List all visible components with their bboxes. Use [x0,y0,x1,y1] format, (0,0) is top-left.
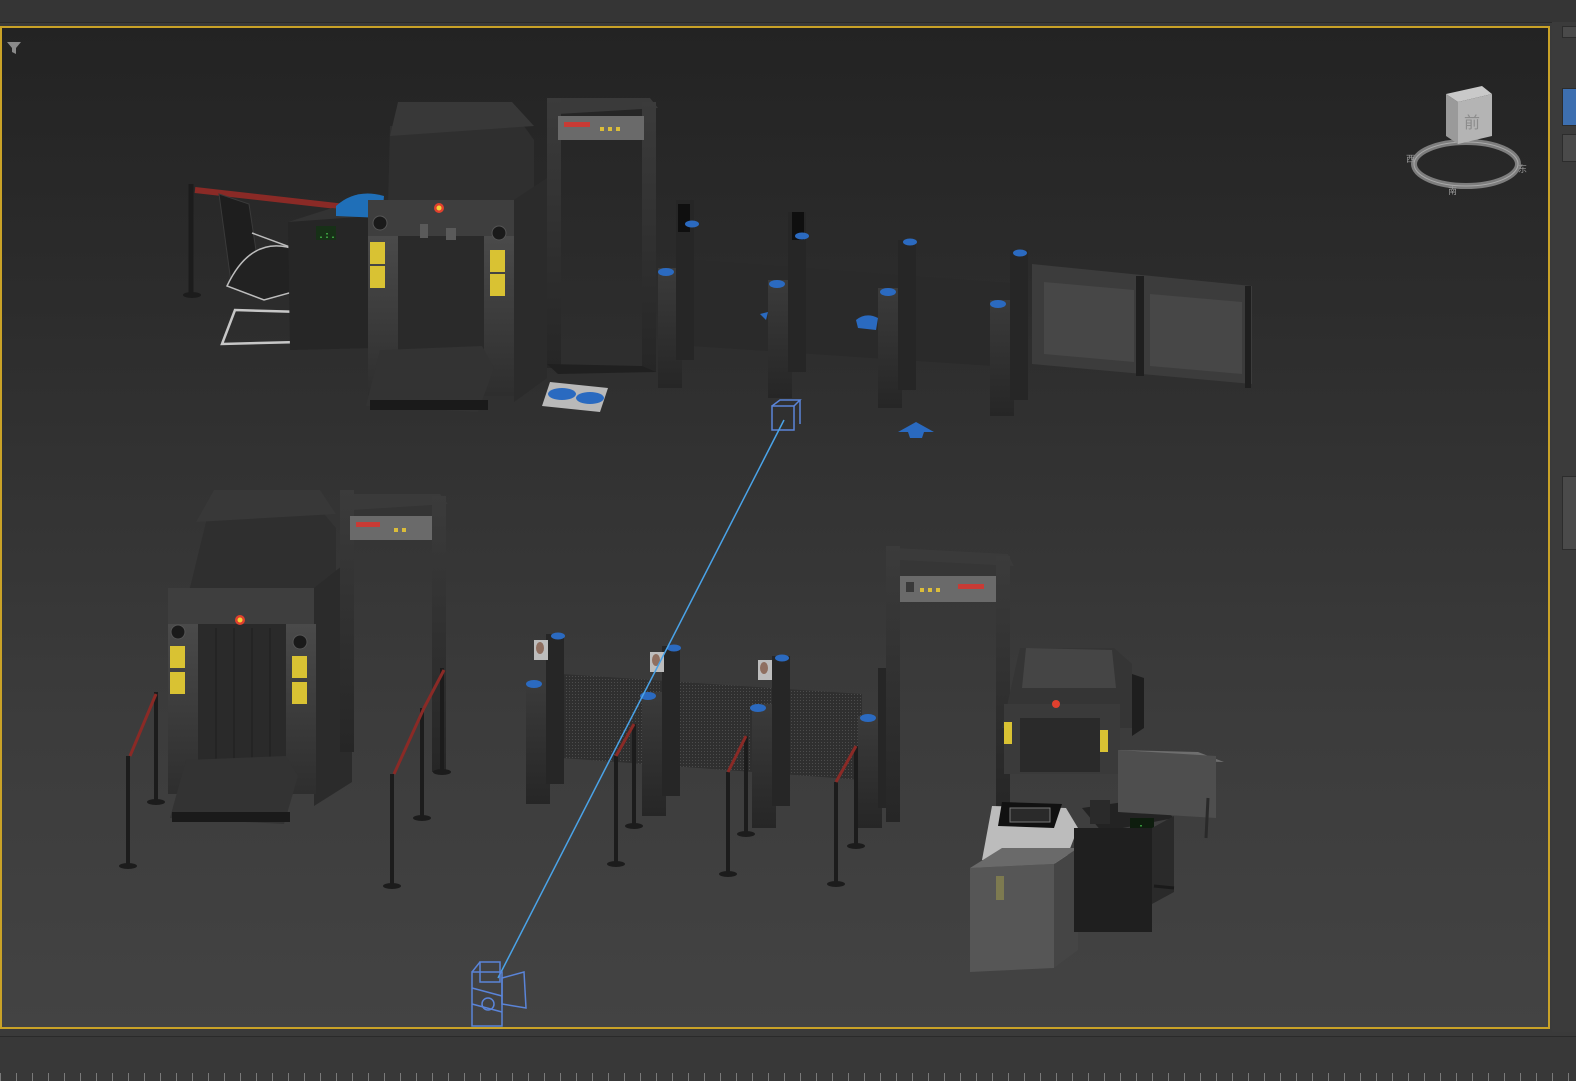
operator-console[interactable]: .:. [1074,798,1175,932]
face-recognition-gates[interactable] [526,632,896,829]
menu-bar [0,0,1576,23]
camera-object[interactable] [471,961,527,1027]
svg-text:.:.: .:. [318,230,336,241]
panel-button-middle[interactable] [1562,134,1576,162]
xray-scanner-lower[interactable] [168,490,352,824]
viewcube[interactable]: 前 西 东 南 [1406,80,1530,200]
perspective-viewport[interactable]: .:. .:. 前 西 东 南 [0,26,1550,1029]
metal-detector-lower-right[interactable] [886,546,1014,822]
filter-icon[interactable] [6,40,22,56]
panel-button-lower[interactable] [1562,476,1576,550]
metal-detector-lower-left[interactable] [340,490,448,772]
direction-arrow-marker[interactable] [898,422,934,438]
xray-scanner-upper[interactable] [366,102,547,412]
scene-canvas[interactable]: .:. .:. [2,28,1548,1027]
shoe-scanner-mat[interactable] [542,382,608,412]
barrier-panels-upper[interactable] [1032,264,1252,388]
viewcube-front-face[interactable] [1446,94,1458,144]
compass-west-label: 西 [1406,154,1415,165]
metal-detector-upper[interactable] [547,98,658,374]
panel-button-active[interactable] [1562,88,1576,126]
compass-east-label: 东 [1518,163,1527,175]
xray-conveyor-table[interactable] [970,802,1078,972]
viewcube-face-label: 前 [1464,113,1480,132]
right-side-panel [1552,22,1576,1032]
camera-target[interactable] [771,399,802,431]
speed-gates-upper[interactable] [658,200,1028,416]
timeline-bar[interactable] [0,1036,1576,1081]
control-desk-upper[interactable]: .:. [288,208,374,350]
compass-south-label: 南 [1448,185,1457,197]
panel-button-top[interactable] [1562,26,1576,38]
